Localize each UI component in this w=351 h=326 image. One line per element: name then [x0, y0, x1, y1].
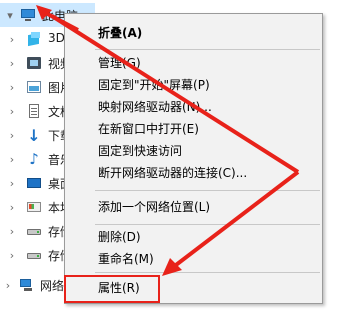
- menu-item-label: 在新窗口中打开(E): [98, 122, 199, 136]
- menu-separator: [95, 190, 320, 191]
- pictures-icon: [26, 79, 42, 95]
- desktop-icon: [26, 175, 42, 191]
- menu-separator: [95, 272, 320, 273]
- menu-item-delete[interactable]: 删除(D): [65, 226, 322, 248]
- menu-item-label: 删除(D): [98, 230, 141, 244]
- menu-item-label: 固定到快速访问: [98, 144, 183, 158]
- drive-icon: [26, 247, 42, 263]
- screenshot-stage: ▾ 此电脑 › 3D › 视频 › 图片 › 文档 › ↓ 下载 › ♪ 音乐 …: [0, 0, 351, 326]
- chevron-right-icon[interactable]: ›: [6, 57, 18, 70]
- network-icon: [18, 277, 34, 293]
- context-menu: 折叠(A) 管理(G) 固定到"开始"屏幕(P) 映射网络驱动器(N)... 在…: [64, 13, 323, 304]
- chevron-right-icon[interactable]: ›: [6, 153, 18, 166]
- chevron-right-icon[interactable]: ›: [6, 177, 18, 190]
- local-disk-icon: [26, 199, 42, 215]
- chevron-right-icon[interactable]: ›: [6, 81, 18, 94]
- highlight-box: [64, 275, 160, 303]
- menu-item-label: 映射网络驱动器(N)...: [98, 100, 212, 114]
- menu-item-pin-to-start[interactable]: 固定到"开始"屏幕(P): [65, 74, 322, 96]
- menu-item-label: 折叠(A): [98, 26, 143, 40]
- menu-separator: [95, 49, 320, 50]
- chevron-right-icon[interactable]: ›: [6, 105, 18, 118]
- chevron-right-icon[interactable]: ›: [6, 225, 18, 238]
- menu-item-label: 管理(G): [98, 56, 141, 70]
- menu-item-rename[interactable]: 重命名(M): [65, 248, 322, 270]
- chevron-right-icon[interactable]: ›: [6, 33, 18, 46]
- drive-icon: [26, 223, 42, 239]
- menu-item-pin-quick-access[interactable]: 固定到快速访问: [65, 140, 322, 162]
- menu-item-collapse[interactable]: 折叠(A): [65, 22, 322, 44]
- documents-icon: [26, 103, 42, 119]
- menu-separator: [95, 224, 320, 225]
- download-icon: ↓: [27, 125, 41, 145]
- menu-item-label: 固定到"开始"屏幕(P): [98, 78, 210, 92]
- tree-item-label: 网络: [40, 279, 65, 293]
- menu-item-disconnect-network-drive[interactable]: 断开网络驱动器的连接(C)...: [65, 162, 322, 184]
- menu-item-label: 断开网络驱动器的连接(C)...: [98, 166, 248, 180]
- menu-item-manage[interactable]: 管理(G): [65, 52, 322, 74]
- music-icon: ♪: [29, 150, 39, 168]
- chevron-right-icon[interactable]: ›: [2, 279, 14, 292]
- 3d-objects-icon: [26, 31, 42, 47]
- chevron-right-icon[interactable]: ›: [6, 201, 18, 214]
- chevron-down-icon[interactable]: ▾: [4, 9, 16, 22]
- tree-item-label: 3D: [48, 31, 65, 45]
- menu-item-open-new-window[interactable]: 在新窗口中打开(E): [65, 118, 322, 140]
- video-icon: [26, 55, 42, 71]
- menu-item-add-network-location[interactable]: 添加一个网络位置(L): [65, 196, 322, 218]
- menu-item-label: 重命名(M): [98, 252, 154, 266]
- computer-icon: [20, 9, 36, 21]
- menu-item-label: 添加一个网络位置(L): [98, 200, 211, 214]
- chevron-right-icon[interactable]: ›: [6, 249, 18, 262]
- menu-item-map-network-drive[interactable]: 映射网络驱动器(N)...: [65, 96, 322, 118]
- chevron-right-icon[interactable]: ›: [6, 129, 18, 142]
